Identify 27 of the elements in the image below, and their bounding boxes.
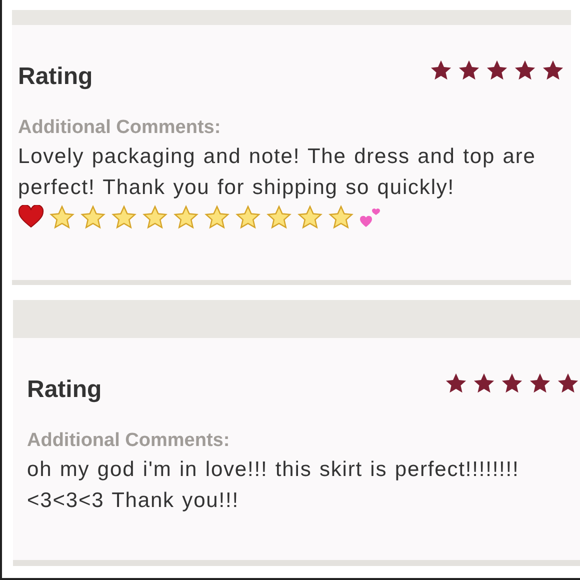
rating-label: Rating (18, 63, 93, 91)
star-icon (80, 205, 106, 229)
star-icon (485, 59, 509, 81)
star-icon (541, 59, 565, 81)
star-icon (500, 372, 524, 394)
rating-label: Rating (27, 376, 102, 404)
star-icon (235, 205, 261, 229)
star-icon (528, 372, 552, 394)
comments-label: Additional Comments: (27, 430, 231, 452)
star-icon (429, 59, 453, 81)
comments-label: Additional Comments: (18, 117, 222, 139)
star-icon (513, 59, 537, 81)
star-icon (556, 372, 580, 394)
star-icon (297, 205, 323, 229)
star-icon (111, 205, 137, 229)
comment-text: Lovely packaging and note! The dress and top are perfect! Thank you for shipping so quickly! (18, 144, 537, 201)
star-icon (266, 205, 292, 229)
star-icon (472, 372, 496, 394)
star-icon (49, 205, 75, 229)
star-icon (328, 205, 354, 229)
star-icon (444, 372, 468, 394)
heart-icon (18, 205, 44, 229)
star-icon (173, 205, 199, 229)
star-icon (142, 205, 168, 229)
star-icon (204, 205, 230, 229)
star-icon (457, 59, 481, 81)
comment-text: oh my god i'm in love!!! this skirt is perfect!!!!!!!! <3<3<3 Thank you!!! (27, 457, 520, 514)
